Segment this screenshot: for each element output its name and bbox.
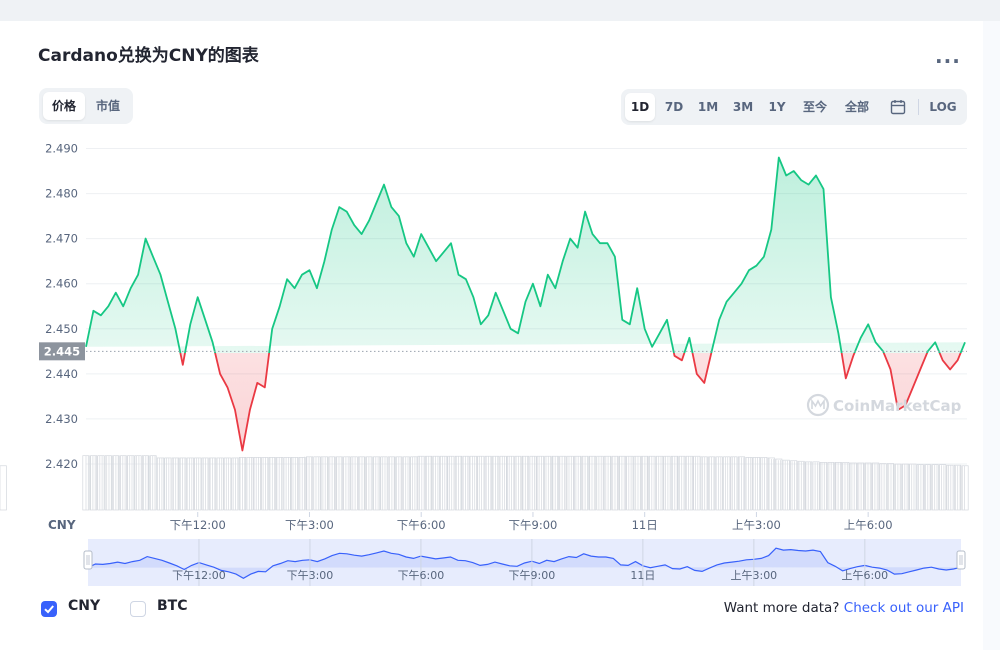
volume-bar [745, 457, 753, 511]
volume-bar [387, 456, 395, 511]
y-tick-label: 2.460 [45, 277, 78, 291]
volume-bar [879, 463, 887, 511]
volume-bar [291, 457, 299, 511]
navigator-tick-label: 下午3:00 [287, 569, 334, 582]
volume-bar [849, 462, 857, 511]
api-prompt-text: Want more data? [723, 600, 840, 616]
x-tick-label: 上午3:00 [732, 518, 781, 532]
api-link[interactable]: Check out our API [844, 600, 964, 616]
volume-bar [775, 458, 783, 511]
navigator-tick-label: 11日 [630, 569, 655, 582]
x-tick-label: 11日 [632, 518, 658, 532]
watermark-text: CoinMarketCap [833, 397, 962, 415]
volume-bar [246, 457, 254, 511]
y-tick-label: 2.480 [45, 187, 78, 201]
volume-bar [320, 456, 328, 511]
cny-checkbox[interactable] [41, 601, 57, 617]
x-tick-label: 下午3:00 [285, 518, 334, 532]
watermark-logo-mark [811, 398, 825, 409]
x-axis: CNY 下午12:00 下午3:00 下午6:00 下午9:00 11日 上午3:00 上午6… [48, 512, 893, 532]
navigator-handle-right[interactable] [956, 550, 966, 570]
check-icon [44, 605, 54, 614]
volume-bar [931, 464, 939, 511]
volume-bar [156, 457, 165, 511]
volume-bar [760, 457, 768, 511]
y-tick-label: 2.470 [45, 232, 78, 246]
y-axis: 2.490 2.480 2.470 2.460 2.450 2.440 2.430 2.420 [45, 142, 78, 472]
volume-bar [946, 464, 954, 511]
btc-checkbox[interactable] [130, 601, 146, 617]
reference-badge-label: 2.445 [44, 344, 80, 358]
currency-axis-label: CNY [48, 518, 76, 532]
volume-bar [961, 465, 969, 511]
volume-bar [790, 460, 798, 511]
volume-bar [410, 456, 418, 511]
navigator-tick-label: 上午6:00 [841, 569, 888, 582]
volume-bar [901, 463, 909, 511]
volume-bar [402, 456, 410, 511]
volume-bar [723, 456, 731, 511]
volume-bar [909, 463, 917, 511]
price-chart: 2.490 2.480 2.470 2.460 2.450 2.440 2.430 2.420… [0, 142, 969, 586]
navigator-tick-label: 下午9:00 [509, 569, 556, 582]
api-prompt: Want more data? Check out our API [724, 600, 964, 616]
volume-bar [186, 457, 194, 511]
volume-bar [372, 456, 381, 511]
navigator-tick-label: 下午6:00 [398, 569, 445, 582]
x-tick-label: 上午6:00 [844, 518, 893, 532]
volume-bar [842, 462, 850, 511]
volume-bar [939, 464, 947, 511]
volume-bar [380, 456, 388, 511]
navigator-handle-left[interactable] [83, 550, 93, 570]
watermark-logo-icon [806, 393, 830, 417]
volume-bar [819, 462, 828, 511]
navigator-tick-label: 上午3:00 [730, 569, 777, 582]
volume-bar [164, 457, 172, 511]
volume-bar [231, 457, 239, 511]
volume-bar [752, 457, 760, 511]
watermark: CoinMarketCap [806, 393, 962, 417]
cny-legend-label[interactable]: CNY [68, 598, 100, 614]
volume-bar [194, 457, 202, 511]
volume-bar [343, 456, 351, 511]
volume-bar [715, 456, 723, 511]
navigator-tick-label: 下午12:00 [172, 569, 226, 582]
volume-bar [872, 462, 880, 511]
volume-bar [283, 457, 291, 511]
volume-bar [276, 457, 284, 511]
volume-bar [812, 461, 820, 511]
volume-bar [261, 457, 269, 511]
volume-bar [216, 457, 224, 511]
volume-bar [313, 456, 321, 511]
volume-bar [916, 464, 924, 511]
range-navigator[interactable]: 下午12:00 下午3:00 下午6:00 下午9:00 11日 上午3:00 上午6:00 [83, 539, 966, 586]
y-tick-label: 2.430 [45, 412, 78, 426]
volume-bar [350, 456, 358, 511]
y-tick-label: 2.490 [45, 142, 78, 156]
y-tick-label: 2.440 [45, 367, 78, 381]
volume-bar [730, 456, 738, 511]
volume-bar [782, 459, 790, 511]
volume-bar [223, 457, 232, 511]
y-tick-label: 2.420 [45, 457, 78, 471]
btc-legend-label[interactable]: BTC [157, 598, 188, 614]
x-tick-label: 下午12:00 [170, 518, 226, 532]
volume-bar [0, 465, 7, 511]
x-tick-label: 下午6:00 [397, 518, 446, 532]
volume-bar [886, 463, 895, 511]
volume-bar [253, 457, 261, 511]
x-tick-label: 下午9:00 [509, 518, 558, 532]
y-tick-label: 2.450 [45, 322, 78, 336]
